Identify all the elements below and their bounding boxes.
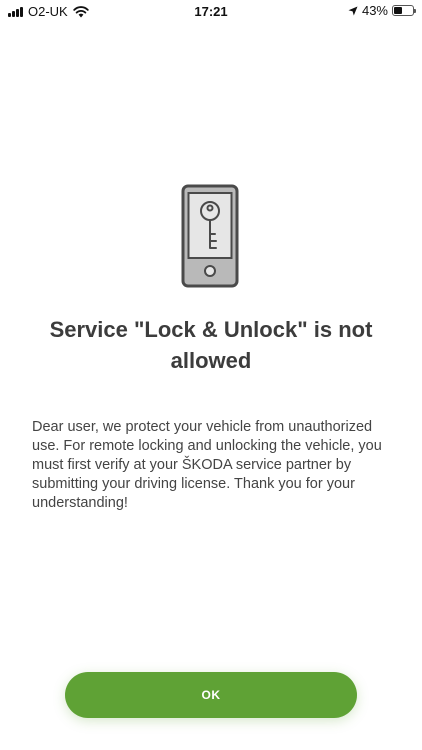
status-bar: O2-UK 17:21 43%	[0, 0, 422, 22]
dialog-title: Service "Lock & Unlock" is not allowed	[49, 317, 373, 373]
phone-key-icon	[181, 184, 239, 288]
phone-home-button	[204, 265, 216, 277]
ok-button[interactable]: OK	[65, 672, 357, 718]
battery-fill	[394, 7, 402, 14]
battery-percent: 43%	[361, 3, 388, 18]
dialog-message: Dear user, we protect your vehicle from …	[32, 419, 382, 511]
location-arrow-icon	[348, 6, 358, 15]
battery-icon	[392, 5, 416, 16]
status-right: 43%	[348, 3, 416, 18]
battery-tip	[414, 9, 416, 13]
